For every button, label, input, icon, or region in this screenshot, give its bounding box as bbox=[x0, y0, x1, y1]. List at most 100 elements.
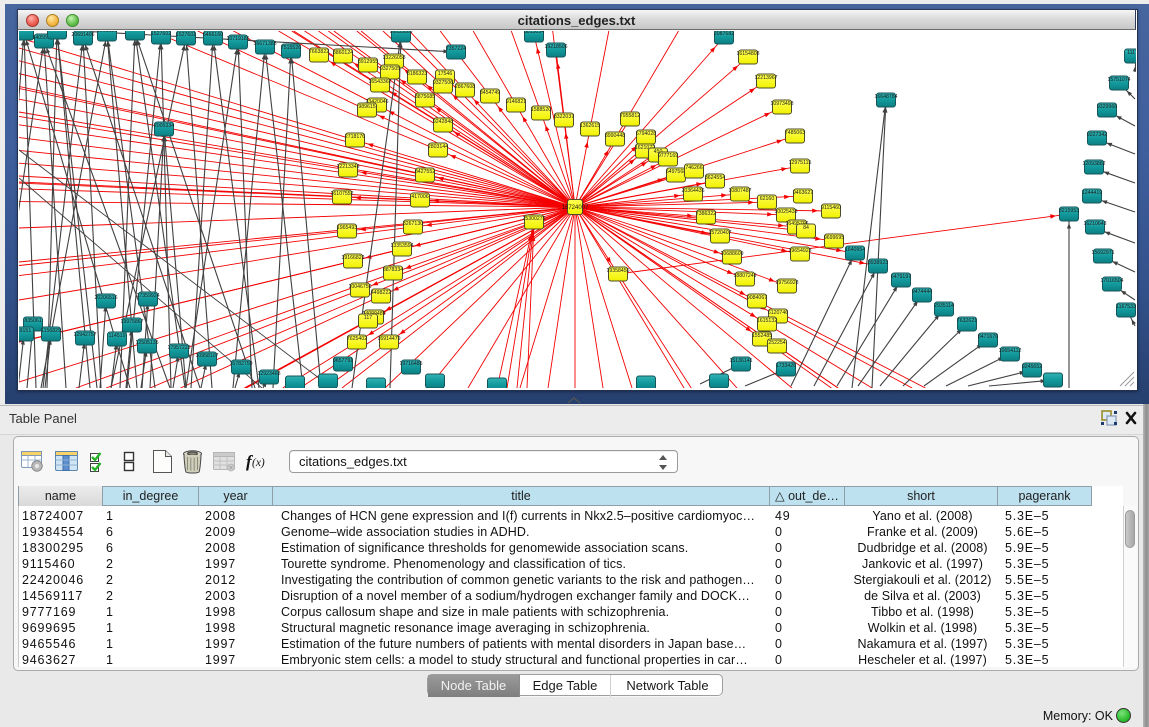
svg-text:19358456: 19358456 bbox=[606, 268, 629, 274]
svg-text:19218506: 19218506 bbox=[544, 44, 567, 50]
svg-text:13353594: 13353594 bbox=[390, 243, 413, 249]
svg-text:1588520: 1588520 bbox=[531, 107, 551, 113]
svg-text:8878334: 8878334 bbox=[383, 267, 403, 273]
svg-text:19654923: 19654923 bbox=[788, 248, 811, 254]
svg-text:2718176: 2718176 bbox=[345, 134, 365, 140]
svg-text:15720407: 15720407 bbox=[708, 230, 731, 236]
svg-text:8322037: 8322037 bbox=[554, 114, 574, 120]
svg-text:1640954: 1640954 bbox=[845, 247, 865, 253]
svg-text:16782759: 16782759 bbox=[229, 361, 252, 367]
svg-text:6794028: 6794028 bbox=[636, 131, 656, 137]
svg-text:1167533: 1167533 bbox=[1116, 304, 1136, 310]
svg-text:3267130: 3267130 bbox=[403, 221, 423, 227]
svg-text:9115460: 9115460 bbox=[821, 205, 841, 211]
svg-text:2935114: 2935114 bbox=[934, 303, 954, 309]
svg-text:19756928: 19756928 bbox=[775, 280, 798, 286]
svg-text:16671385: 16671385 bbox=[253, 41, 276, 47]
svg-text:17957223: 17957223 bbox=[167, 345, 190, 351]
svg-text:84: 84 bbox=[803, 225, 809, 231]
svg-text:8990448: 8990448 bbox=[605, 133, 625, 139]
svg-text:13226058: 13226058 bbox=[382, 55, 405, 61]
svg-text:9245652: 9245652 bbox=[1022, 364, 1042, 370]
svg-text:9146821: 9146821 bbox=[506, 99, 526, 105]
svg-text:18724007: 18724007 bbox=[562, 205, 589, 211]
svg-text:9777169: 9777169 bbox=[658, 153, 678, 159]
svg-text:15751074: 15751074 bbox=[1107, 77, 1130, 83]
svg-text:9327506: 9327506 bbox=[433, 80, 453, 86]
svg-text:10973493: 10973493 bbox=[770, 101, 793, 107]
svg-text:7955812: 7955812 bbox=[620, 113, 640, 119]
svg-text:10807487: 10807487 bbox=[728, 188, 751, 194]
svg-text:2087682: 2087682 bbox=[714, 31, 734, 37]
svg-text:1733426: 1733426 bbox=[776, 363, 796, 369]
svg-text:19716485: 19716485 bbox=[399, 361, 422, 367]
svg-text:2069141: 2069141 bbox=[47, 31, 67, 32]
svg-text:8938923: 8938923 bbox=[868, 260, 888, 266]
svg-text:989615: 989615 bbox=[358, 104, 375, 110]
svg-text:(x): (x) bbox=[252, 457, 265, 469]
svg-text:3624554: 3624554 bbox=[705, 175, 725, 181]
svg-text:62160: 62160 bbox=[760, 196, 775, 202]
svg-text:2005334: 2005334 bbox=[154, 123, 174, 129]
svg-text:17359924: 17359924 bbox=[136, 293, 159, 299]
svg-text:15136141: 15136141 bbox=[729, 358, 752, 364]
svg-text:17546: 17546 bbox=[438, 71, 453, 77]
svg-text:12975115: 12975115 bbox=[789, 160, 812, 166]
svg-text:19975867: 19975867 bbox=[120, 319, 143, 325]
svg-text:7625402: 7625402 bbox=[347, 336, 367, 342]
svg-text:8427552: 8427552 bbox=[415, 169, 435, 175]
svg-text:7632621: 7632621 bbox=[957, 318, 977, 324]
svg-text:10688609: 10688609 bbox=[720, 251, 743, 257]
svg-text:10046756: 10046756 bbox=[348, 284, 371, 290]
svg-text:1244419: 1244419 bbox=[1082, 190, 1102, 196]
svg-text:16648784: 16648784 bbox=[874, 94, 897, 100]
svg-text:8912955: 8912955 bbox=[358, 59, 378, 65]
svg-text:117: 117 bbox=[364, 315, 372, 321]
svg-text:746266: 746266 bbox=[685, 165, 702, 171]
svg-text:4498222: 4498222 bbox=[371, 290, 391, 296]
svg-text:10958107: 10958107 bbox=[195, 353, 218, 359]
svg-text:6497568: 6497568 bbox=[666, 169, 686, 175]
svg-text:1065326: 1065326 bbox=[97, 31, 117, 34]
svg-text:20364436: 20364436 bbox=[681, 188, 704, 194]
svg-text:6479197: 6479197 bbox=[891, 274, 911, 280]
svg-text:10653267: 10653267 bbox=[123, 31, 146, 33]
svg-text:16914479: 16914479 bbox=[377, 336, 400, 342]
svg-text:8860124: 8860124 bbox=[333, 50, 353, 56]
svg-text:3215953: 3215953 bbox=[1059, 208, 1079, 214]
svg-text:16210643: 16210643 bbox=[1083, 221, 1106, 227]
svg-text:1965493: 1965493 bbox=[337, 225, 357, 231]
svg-text:2867608: 2867608 bbox=[455, 84, 475, 90]
svg-text:9474444: 9474444 bbox=[912, 289, 932, 295]
svg-text:8471676: 8471676 bbox=[978, 334, 998, 340]
svg-text:417006: 417006 bbox=[411, 194, 428, 200]
svg-text:3875685: 3875685 bbox=[415, 94, 435, 100]
svg-text:16154808: 16154808 bbox=[736, 51, 759, 57]
svg-text:12942757: 12942757 bbox=[73, 332, 96, 338]
svg-text:8186323: 8186323 bbox=[407, 71, 427, 77]
svg-text:114519: 114519 bbox=[109, 333, 126, 339]
svg-text:9242848: 9242848 bbox=[433, 119, 453, 125]
svg-text:20206516: 20206516 bbox=[94, 295, 117, 301]
svg-text:9327505: 9327505 bbox=[380, 66, 400, 72]
svg-text:7357224: 7357224 bbox=[446, 46, 466, 52]
svg-text:14055714: 14055714 bbox=[19, 31, 36, 33]
svg-text:1552485: 1552485 bbox=[752, 333, 772, 339]
svg-text:7386322: 7386322 bbox=[696, 211, 716, 217]
svg-text:1615132: 1615132 bbox=[757, 318, 777, 324]
svg-text:12213967: 12213967 bbox=[754, 75, 777, 81]
svg-text:9463627: 9463627 bbox=[793, 190, 813, 196]
svg-text:6120746: 6120746 bbox=[768, 310, 788, 316]
svg-text:10719185: 10719185 bbox=[226, 36, 249, 42]
svg-text:7663822: 7663822 bbox=[309, 49, 329, 55]
svg-text:7515526: 7515526 bbox=[281, 45, 301, 51]
svg-text:252254: 252254 bbox=[768, 340, 785, 346]
svg-text:1527602: 1527602 bbox=[151, 31, 171, 37]
svg-text:12093882: 12093882 bbox=[1082, 161, 1105, 167]
svg-text:16107552: 16107552 bbox=[330, 191, 353, 197]
svg-text:835061: 835061 bbox=[24, 318, 41, 324]
svg-text:10025438: 10025438 bbox=[774, 209, 797, 215]
svg-text:16543362: 16543362 bbox=[368, 79, 391, 85]
svg-text:12505135: 12505135 bbox=[135, 340, 158, 346]
svg-text:7485063: 7485063 bbox=[785, 130, 805, 136]
